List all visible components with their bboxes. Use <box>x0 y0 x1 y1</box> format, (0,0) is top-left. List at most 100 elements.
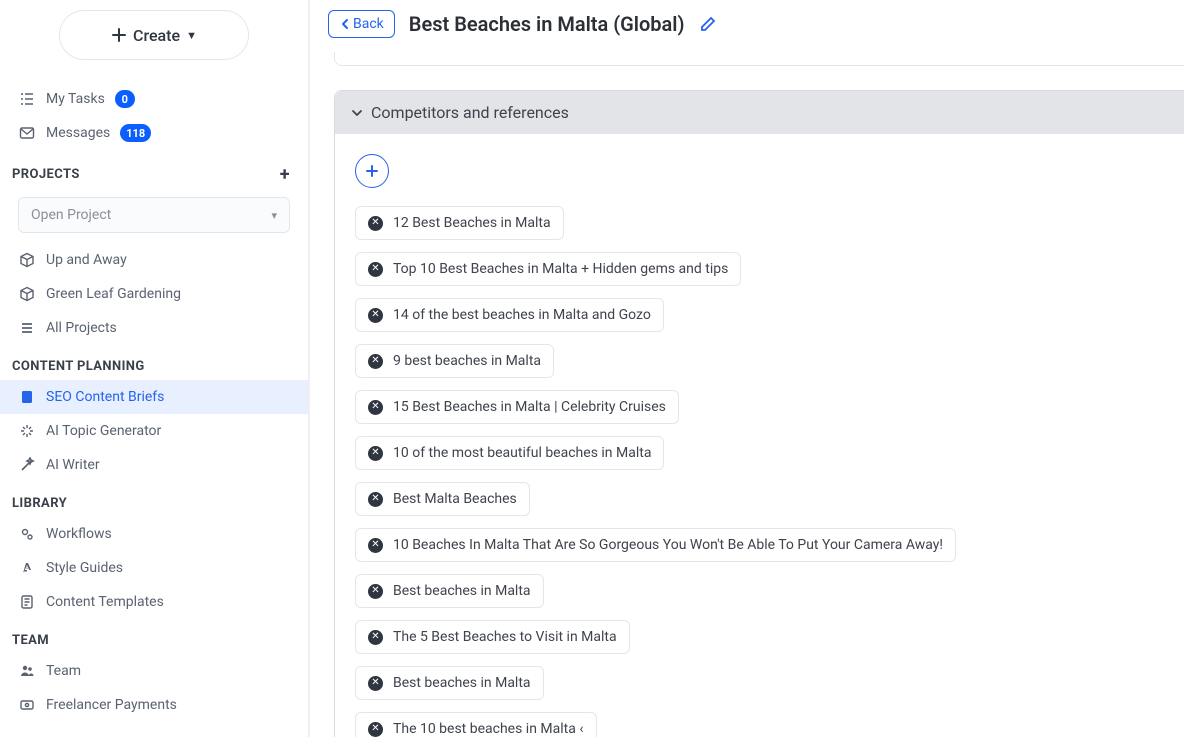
previous-section-edge <box>334 52 1184 66</box>
messages-label: Messages <box>46 125 110 141</box>
competitor-row: ✕Top 10 Best Beaches in Malta + Hidden g… <box>355 252 1164 286</box>
sidebar-item-workflows[interactable]: Workflows <box>0 517 308 551</box>
remove-competitor-button[interactable]: ✕ <box>368 400 383 415</box>
competitor-chip[interactable]: ✕10 of the most beautiful beaches in Mal… <box>355 436 664 470</box>
sidebar-item-project-1[interactable]: Green Leaf Gardening <box>0 277 308 311</box>
font-icon <box>18 559 36 577</box>
competitor-label: 15 Best Beaches in Malta | Celebrity Cru… <box>393 399 666 415</box>
competitor-row: ✕ Best Malta Beaches <box>355 482 1164 516</box>
app-root: Create ▼ My Tasks 0 Messages 118 PROJECT… <box>0 0 1184 737</box>
sidebar-item-ai-topic[interactable]: AI Topic Generator <box>0 414 308 448</box>
competitor-label: 12 Best Beaches in Malta <box>393 215 551 231</box>
team-item-label: Team <box>46 663 81 679</box>
sidebar-item-all-projects[interactable]: All Projects <box>0 311 308 345</box>
list-icon <box>18 319 36 337</box>
competitor-chip[interactable]: ✕ Best beaches in Malta <box>355 574 544 608</box>
remove-competitor-button[interactable]: ✕ <box>368 354 383 369</box>
remove-competitor-button[interactable]: ✕ <box>368 676 383 691</box>
competitor-label: 9 best beaches in Malta <box>393 353 541 369</box>
remove-competitor-button[interactable]: ✕ <box>368 722 383 737</box>
remove-competitor-button[interactable]: ✕ <box>368 446 383 461</box>
sidebar-item-templates[interactable]: Content Templates <box>0 585 308 619</box>
library-header: LIBRARY <box>0 482 308 517</box>
competitor-label: The 5 Best Beaches to Visit in Malta <box>393 629 617 645</box>
competitor-chip[interactable]: ✕ The 5 Best Beaches to Visit in Malta <box>355 620 630 654</box>
plus-icon <box>111 27 127 43</box>
competitor-label: Best beaches in Malta <box>393 675 531 691</box>
page-title: Best Beaches in Malta (Global) <box>409 12 685 36</box>
competitor-row: ✕ Best beaches in Malta <box>355 666 1164 700</box>
competitor-chip[interactable]: ✕The 10 best beaches in Malta ‹ <box>355 712 597 737</box>
sidebar-item-project-0[interactable]: Up and Away <box>0 243 308 277</box>
workflows-label: Workflows <box>46 526 112 542</box>
team-label: TEAM <box>12 633 49 648</box>
create-label: Create <box>133 26 180 45</box>
cube-icon <box>18 251 36 269</box>
sidebar-item-seo-briefs[interactable]: SEO Content Briefs <box>0 380 308 414</box>
competitor-chip[interactable]: ✕ 12 Best Beaches in Malta <box>355 206 564 240</box>
remove-competitor-button[interactable]: ✕ <box>368 492 383 507</box>
ai-topic-label: AI Topic Generator <box>46 423 161 439</box>
competitor-chip[interactable]: ✕ Best beaches in Malta <box>355 666 544 700</box>
projects-header: PROJECTS + <box>0 150 308 191</box>
caret-down-icon: ▾ <box>271 209 277 222</box>
messages-badge: 118 <box>120 124 151 142</box>
competitor-list: ✕ 12 Best Beaches in Malta ✕Top 10 Best Be… <box>355 206 1164 737</box>
add-competitor-button[interactable] <box>355 154 389 188</box>
topbar: Back Best Beaches in Malta (Global) <box>310 0 1184 52</box>
competitor-chip[interactable]: ✕ 10 Beaches In Malta That Are So Gorgeou… <box>355 528 956 562</box>
remove-competitor-button[interactable]: ✕ <box>368 584 383 599</box>
sidebar-item-my-tasks[interactable]: My Tasks 0 <box>0 82 308 116</box>
back-label: Back <box>353 16 384 32</box>
remove-competitor-button[interactable]: ✕ <box>368 262 383 277</box>
edit-title-button[interactable] <box>699 15 717 33</box>
freelancer-payments-label: Freelancer Payments <box>46 697 177 713</box>
seo-briefs-label: SEO Content Briefs <box>46 389 164 405</box>
sidebar-item-style-guides[interactable]: Style Guides <box>0 551 308 585</box>
main-content: Back Best Beaches in Malta (Global) Comp… <box>310 0 1184 737</box>
chevron-left-icon <box>339 18 351 30</box>
sidebar-item-ai-writer[interactable]: AI Writer <box>0 448 308 482</box>
sidebar: Create ▼ My Tasks 0 Messages 118 PROJECT… <box>0 0 310 737</box>
competitor-row: ✕ 14 of the best beaches in Malta and Goz… <box>355 298 1164 332</box>
my-tasks-label: My Tasks <box>46 91 105 107</box>
payment-icon <box>18 696 36 714</box>
competitor-row: ✕10 of the most beautiful beaches in Mal… <box>355 436 1164 470</box>
competitor-chip[interactable]: ✕ 9 best beaches in Malta <box>355 344 554 378</box>
competitor-row: ✕ 12 Best Beaches in Malta <box>355 206 1164 240</box>
sidebar-item-messages[interactable]: Messages 118 <box>0 116 308 150</box>
competitor-label: Best beaches in Malta <box>393 583 531 599</box>
competitor-chip[interactable]: ✕Top 10 Best Beaches in Malta + Hidden g… <box>355 252 741 286</box>
cube-icon <box>18 285 36 303</box>
competitor-chip[interactable]: ✕ Best Malta Beaches <box>355 482 530 516</box>
create-button[interactable]: Create ▼ <box>59 10 249 60</box>
sidebar-item-freelancer-payments[interactable]: Freelancer Payments <box>0 688 308 722</box>
caret-down-icon: ▼ <box>186 29 197 42</box>
open-project-select[interactable]: Open Project ▾ <box>18 197 290 233</box>
tasks-icon <box>18 90 36 108</box>
competitor-chip[interactable]: ✕ 14 of the best beaches in Malta and Goz… <box>355 298 664 332</box>
my-tasks-badge: 0 <box>115 90 135 108</box>
spark-icon <box>18 422 36 440</box>
content-area: Competitors and references ✕ 12 Best Beac… <box>310 52 1184 737</box>
competitor-chip[interactable]: ✕ 15 Best Beaches in Malta | Celebrity Cr… <box>355 390 679 424</box>
chevron-down-icon <box>351 107 363 119</box>
sidebar-item-team[interactable]: Team <box>0 654 308 688</box>
remove-competitor-button[interactable]: ✕ <box>368 630 383 645</box>
library-label: LIBRARY <box>12 496 67 511</box>
back-button[interactable]: Back <box>328 10 395 38</box>
competitor-label: Best Malta Beaches <box>393 491 517 507</box>
projects-header-label: PROJECTS <box>12 167 80 182</box>
remove-competitor-button[interactable]: ✕ <box>368 308 383 323</box>
open-project-placeholder: Open Project <box>31 207 111 223</box>
competitors-panel-body: ✕ 12 Best Beaches in Malta ✕Top 10 Best Be… <box>335 134 1184 737</box>
competitors-panel: Competitors and references ✕ 12 Best Beac… <box>334 90 1184 737</box>
competitor-label: 14 of the best beaches in Malta and Gozo <box>393 307 651 323</box>
remove-competitor-button[interactable]: ✕ <box>368 216 383 231</box>
competitor-row: ✕ 9 best beaches in Malta <box>355 344 1164 378</box>
remove-competitor-button[interactable]: ✕ <box>368 538 383 553</box>
competitor-label: 10 Beaches In Malta That Are So Gorgeous… <box>393 537 943 553</box>
add-project-button[interactable]: + <box>280 164 290 185</box>
people-icon <box>18 662 36 680</box>
competitors-panel-header[interactable]: Competitors and references <box>335 91 1184 134</box>
